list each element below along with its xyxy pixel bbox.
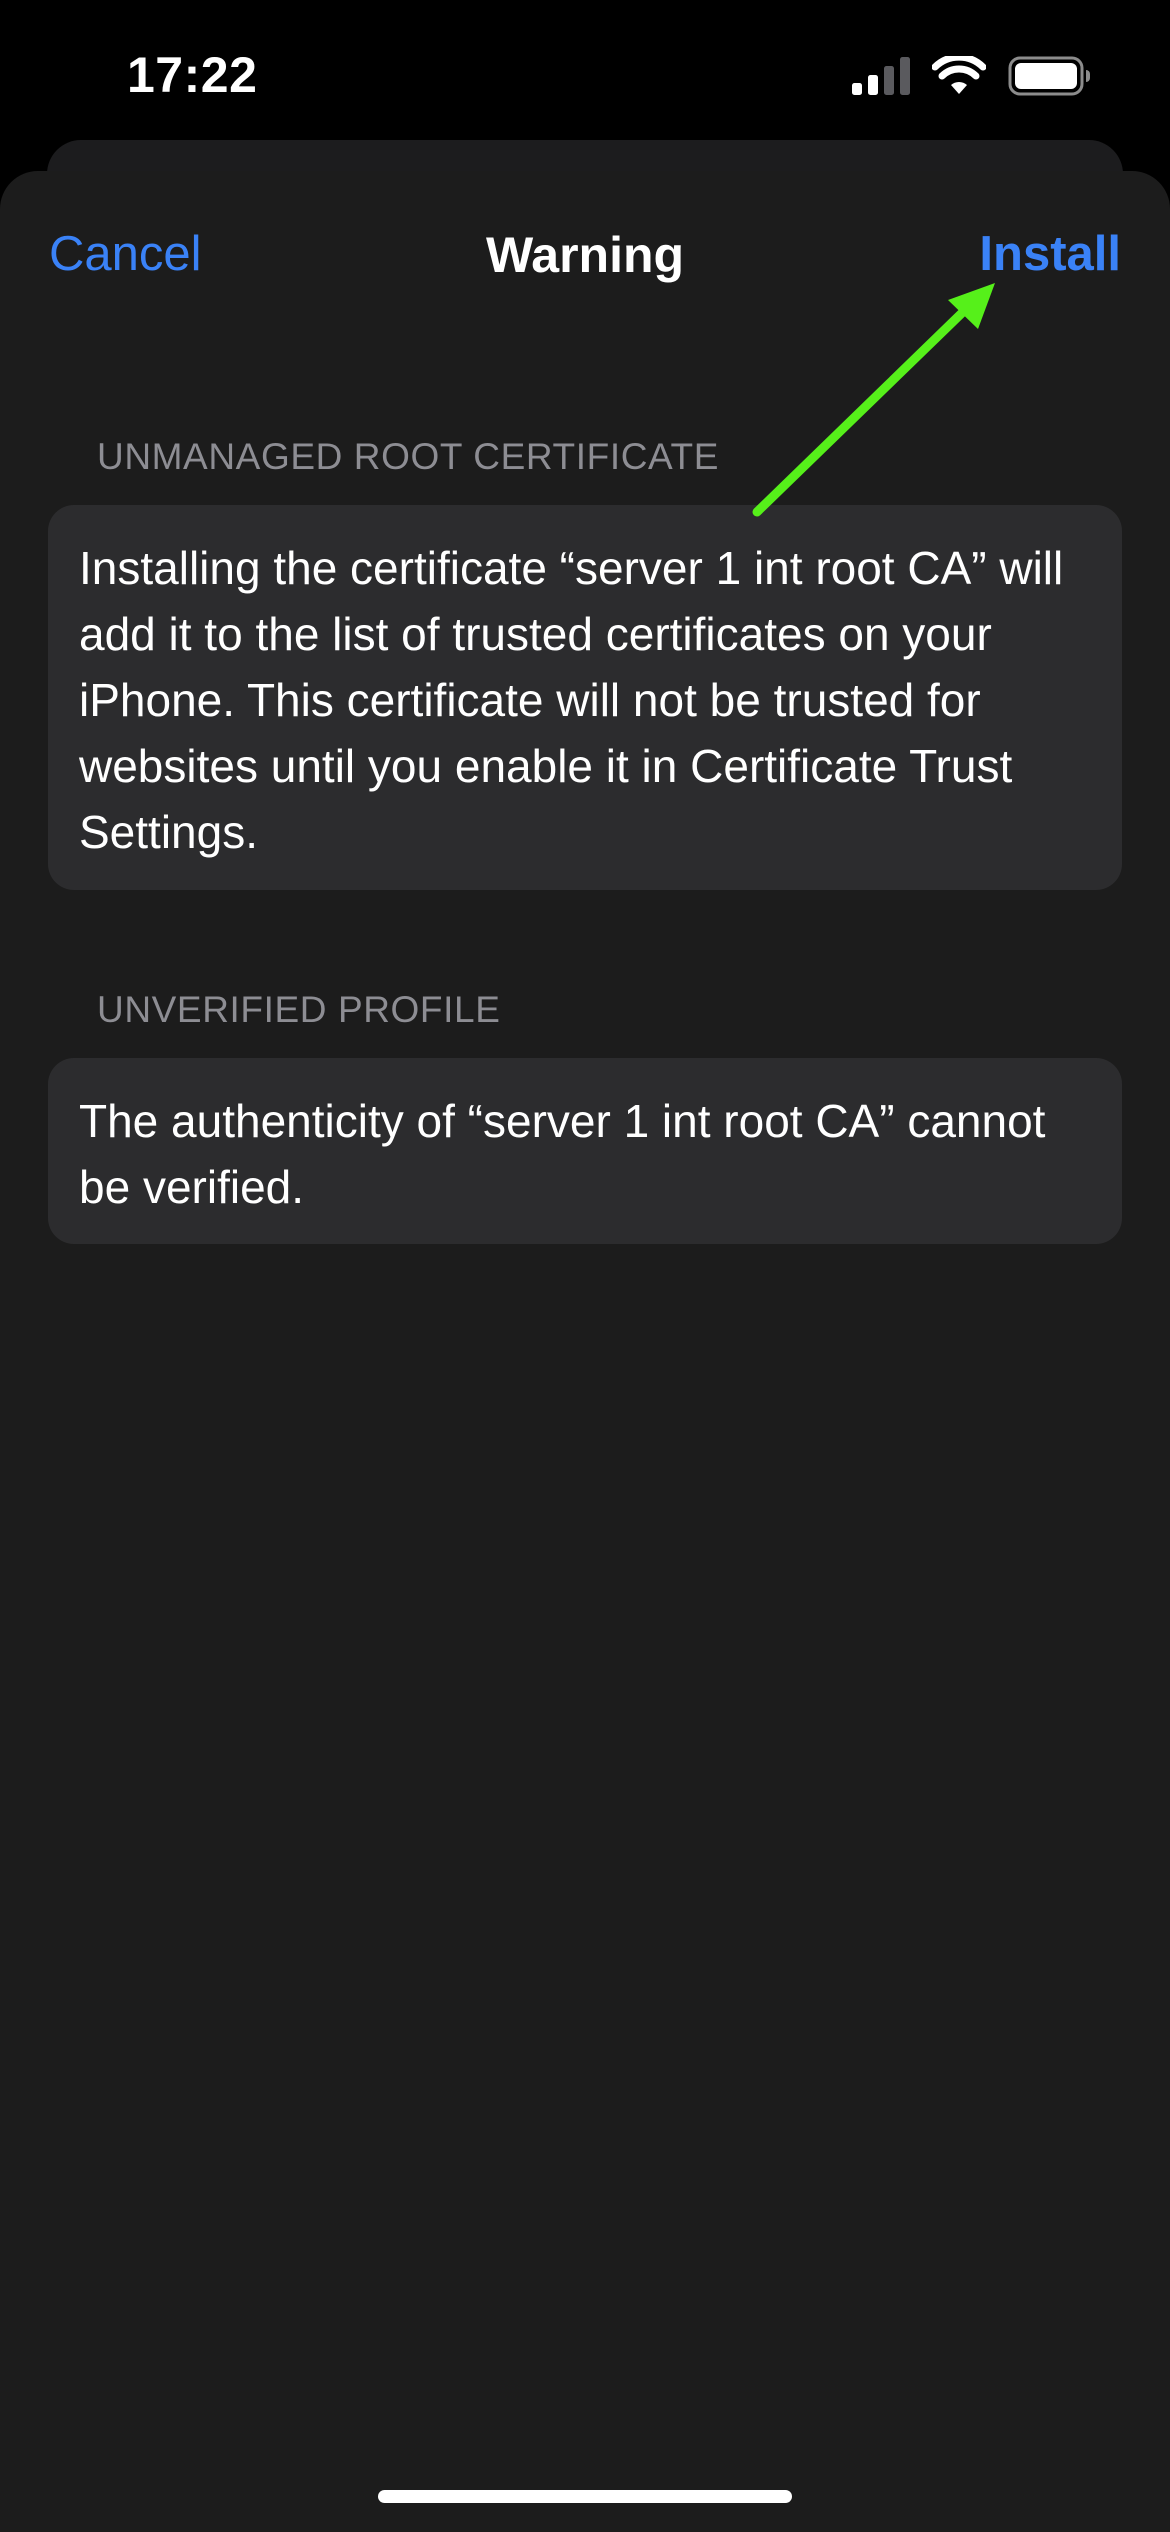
section-card-unverified-profile: The authenticity of “server 1 int root C…	[48, 1058, 1122, 1244]
nav-bar: Cancel Warning Install	[0, 171, 1170, 341]
section-header-unmanaged-root-certificate: UNMANAGED ROOT CERTIFICATE	[97, 436, 720, 477]
wifi-icon	[932, 56, 986, 94]
section-body-text: Installing the certificate “server 1 int…	[79, 542, 1064, 858]
status-icons	[852, 56, 1092, 96]
section-header-unverified-profile: UNVERIFIED PROFILE	[97, 989, 501, 1030]
install-button[interactable]: Install	[979, 226, 1121, 282]
battery-icon	[1008, 56, 1090, 96]
section-card-unmanaged-root-certificate: Installing the certificate “server 1 int…	[48, 505, 1122, 890]
home-indicator[interactable]	[378, 2490, 792, 2503]
status-time: 17:22	[127, 47, 258, 103]
warning-sheet: Cancel Warning Install UNMANAGED ROOT CE…	[0, 171, 1170, 2532]
cellular-signal-icon	[852, 57, 910, 95]
section-body-text: The authenticity of “server 1 int root C…	[79, 1095, 1046, 1213]
status-bar: 17:22	[0, 0, 1170, 150]
